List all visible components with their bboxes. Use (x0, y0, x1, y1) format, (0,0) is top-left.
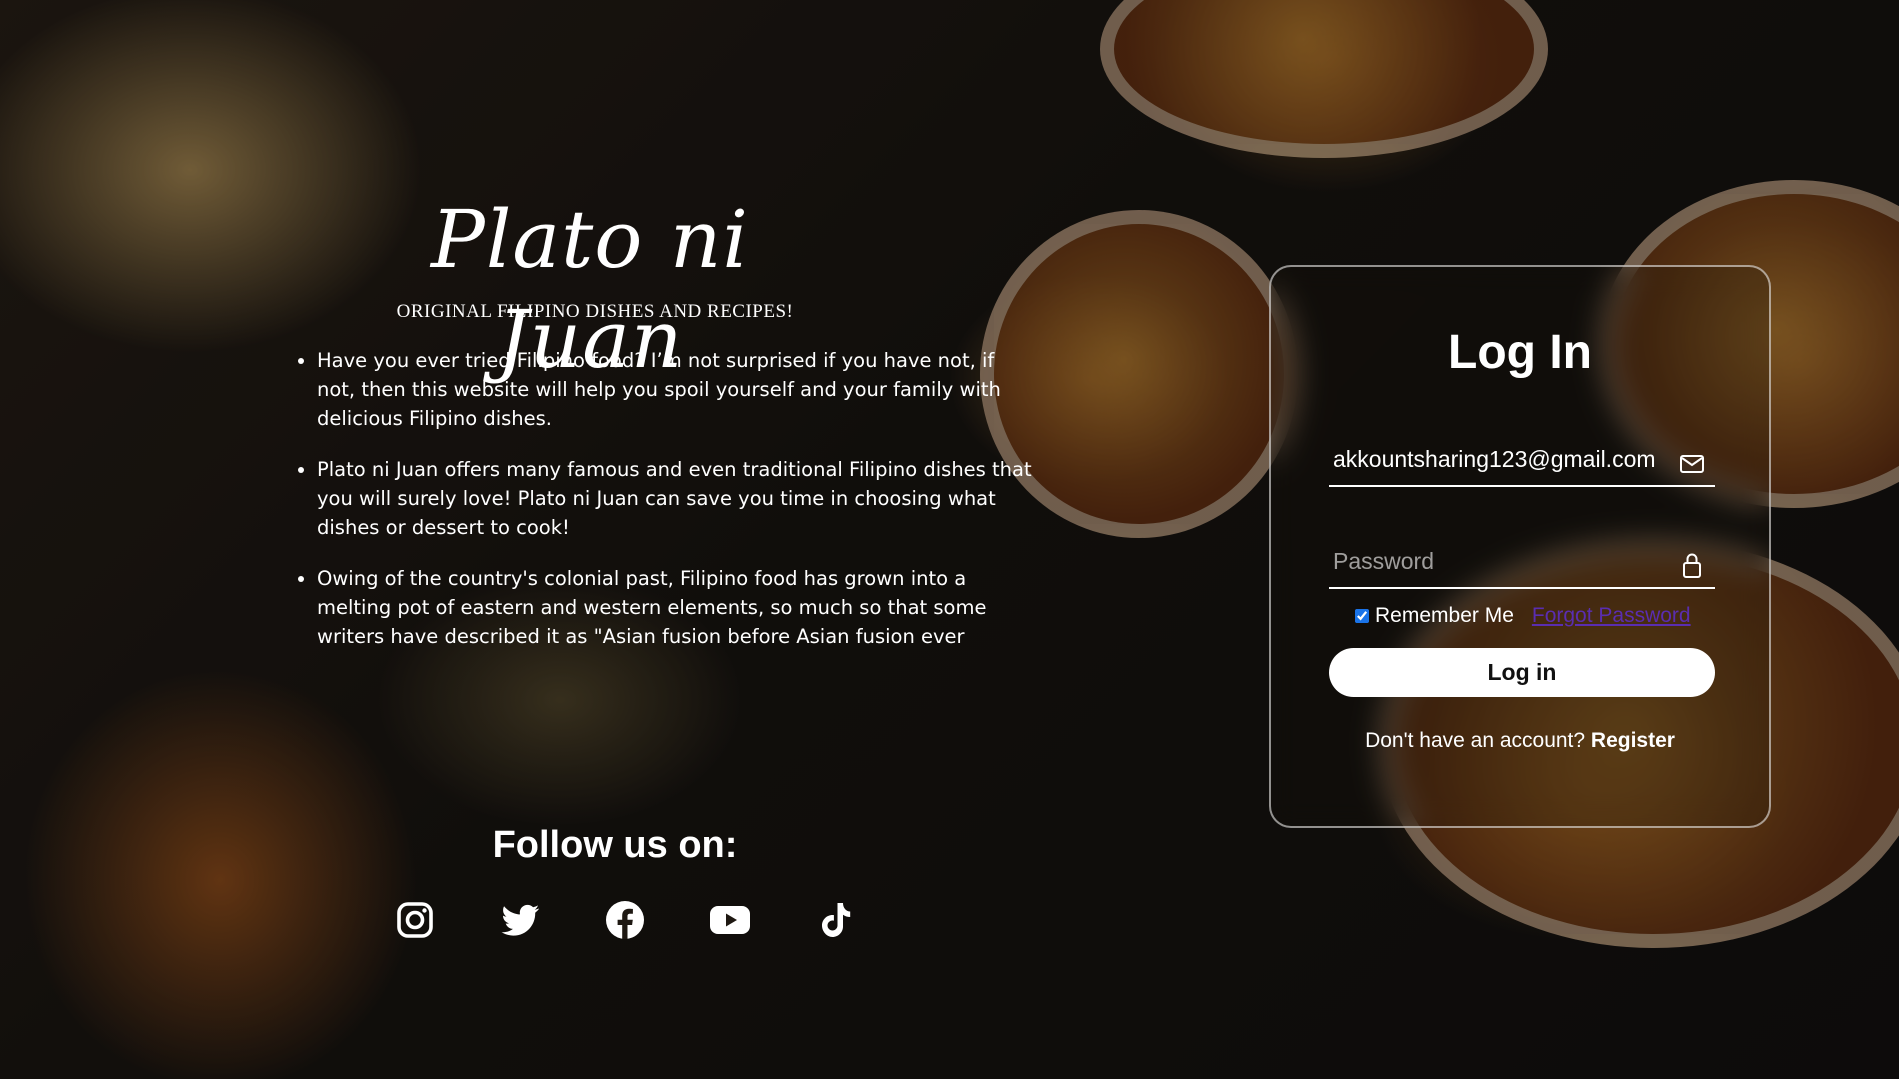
tiktok-icon[interactable] (810, 895, 860, 945)
login-card: Log In Remember Me Forgot Password Log i… (1269, 265, 1771, 828)
login-button[interactable]: Log in (1329, 648, 1715, 697)
feature-item: Have you ever tried Filipino food? I’m n… (317, 346, 1037, 433)
twitter-icon[interactable] (495, 895, 545, 945)
youtube-icon[interactable] (705, 895, 755, 945)
social-links (390, 895, 860, 945)
instagram-icon[interactable] (390, 895, 440, 945)
forgot-password-link[interactable]: Forgot Password (1532, 604, 1691, 628)
feature-item: Plato ni Juan offers many famous and eve… (317, 455, 1037, 542)
email-field (1329, 435, 1715, 487)
follow-us-heading: Follow us on: (492, 824, 738, 866)
feature-item: Owing of the country's colonial past, Fi… (317, 564, 1037, 651)
remember-me-label: Remember Me (1375, 604, 1514, 627)
feature-list: Have you ever tried Filipino food? I’m n… (278, 346, 1037, 673)
page-background: Plato ni Juan ORIGINAL FILIPINO DISHES A… (0, 0, 1899, 1079)
remember-row: Remember Me Forgot Password (1355, 604, 1691, 628)
register-prompt: Don't have an account? (1365, 729, 1591, 752)
password-input[interactable] (1333, 537, 1673, 585)
login-title: Log In (1448, 326, 1592, 379)
remember-me-checkbox[interactable] (1355, 609, 1369, 623)
register-link[interactable]: Register (1591, 729, 1675, 752)
email-input[interactable] (1333, 435, 1673, 483)
envelope-icon (1680, 455, 1704, 473)
register-row: Don't have an account? Register (1271, 729, 1769, 753)
facebook-icon[interactable] (600, 895, 650, 945)
site-tagline: ORIGINAL FILIPINO DISHES AND RECIPES! (396, 301, 794, 322)
lock-icon (1683, 553, 1701, 578)
password-field (1329, 537, 1715, 589)
